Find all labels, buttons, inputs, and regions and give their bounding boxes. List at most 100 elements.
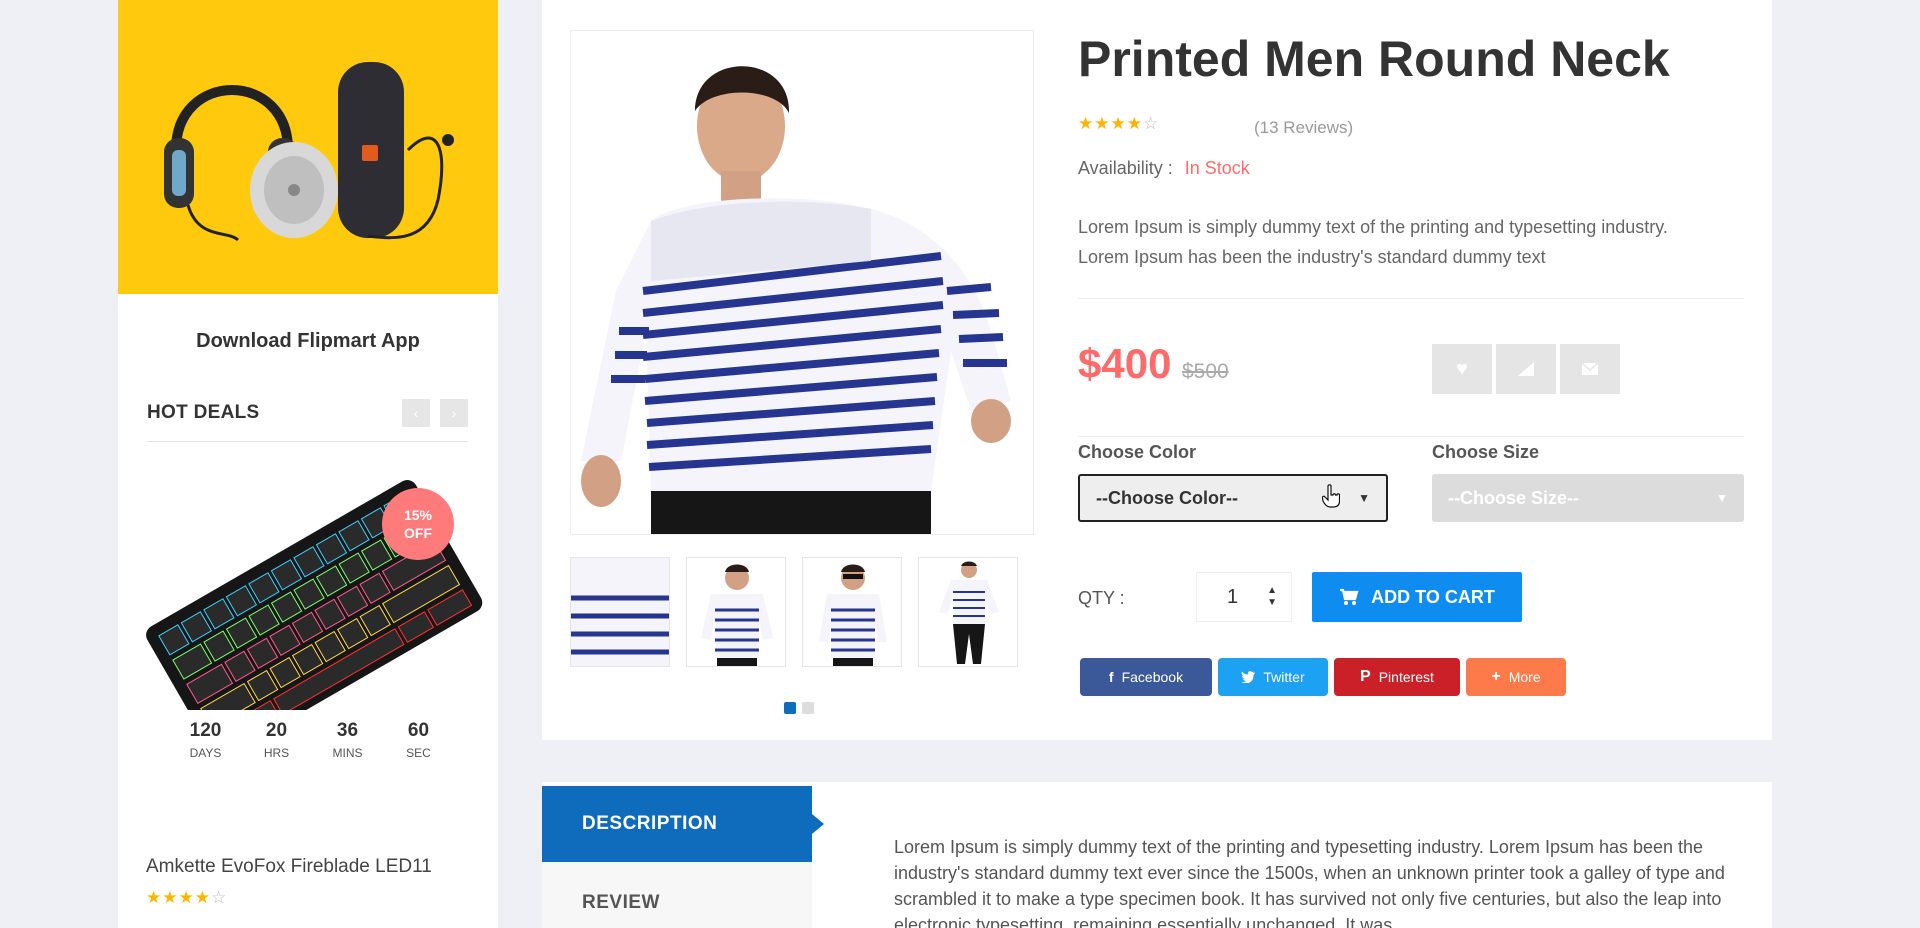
heart-icon[interactable]: ♥ (1432, 344, 1492, 394)
caret-up-icon[interactable]: ▲ (1267, 585, 1277, 597)
keyboard-image (146, 480, 483, 742)
countdown-unit: MINS (332, 746, 363, 760)
choose-size-label: Choose Size (1432, 442, 1540, 462)
old-price: $500 (1182, 360, 1229, 383)
star-icon: ★★★★ (146, 888, 211, 907)
color-select[interactable]: --Choose Color-- ▼ (1078, 474, 1388, 522)
divider (1078, 298, 1744, 299)
hot-deals-header: HOT DEALS ‹ › (147, 399, 468, 442)
app-banner[interactable] (118, 0, 498, 294)
quantity-stepper[interactable]: 1 ▲ ▼ (1196, 572, 1292, 622)
thumbnail-2[interactable] (686, 557, 786, 667)
facebook-share-button[interactable]: f Facebook (1080, 658, 1212, 696)
envelope-icon[interactable] (1560, 344, 1620, 394)
carousel-dots (784, 702, 814, 714)
availability: Availability : In Stock (1078, 158, 1250, 179)
countdown-unit: DAYS (189, 746, 222, 760)
twitter-share-button[interactable]: Twitter (1218, 658, 1328, 696)
product-thumbnails (570, 557, 1018, 667)
cart-icon (1340, 588, 1359, 605)
tab-description[interactable]: DESCRIPTION (542, 786, 824, 862)
size-select[interactable]: --Choose Size-- ▼ (1432, 474, 1744, 522)
more-share-button[interactable]: + More (1466, 658, 1566, 696)
share-buttons: f Facebook Twitter P Pinterest + More (1080, 658, 1566, 696)
pinterest-icon: P (1360, 668, 1371, 685)
star-empty-icon: ☆ (1142, 114, 1160, 133)
choose-color-label: Choose Color (1078, 442, 1197, 462)
qty-value: 1 (1227, 585, 1239, 608)
caret-down-icon: ▼ (1716, 491, 1728, 505)
reviews-count[interactable]: (13 Reviews) (1254, 118, 1353, 138)
countdown-unit: SEC (406, 746, 431, 760)
countdown-secs: 60 SEC (383, 710, 454, 776)
countdown-mins: 36 MINS (312, 710, 383, 776)
countdown-timer: 120 DAYS 20 HRS 36 MINS 60 SEC (170, 710, 454, 776)
countdown-value: 20 (265, 720, 288, 741)
star-empty-icon: ☆ (210, 888, 228, 907)
product-detail-card: Printed Men Round Neck ★★★★☆ (13 Reviews… (542, 0, 1772, 740)
discount-percent: 15% (403, 507, 433, 523)
hot-deal-product-name[interactable]: Amkette EvoFox Fireblade LED11 (146, 856, 432, 878)
plus-icon: + (1491, 668, 1501, 685)
pinterest-label: Pinterest (1378, 669, 1434, 685)
twitter-icon (1241, 671, 1256, 683)
countdown-value: 120 (189, 720, 222, 741)
pinterest-share-button[interactable]: P Pinterest (1334, 658, 1460, 696)
star-icon: ★★★★ (1078, 114, 1143, 133)
price: $400 (1078, 340, 1172, 387)
thumbnail-3[interactable] (802, 557, 902, 667)
product-main-image[interactable] (570, 30, 1034, 535)
carousel-dot-1[interactable] (784, 702, 796, 714)
product-title: Printed Men Round Neck (1078, 31, 1670, 87)
thumbnail-4[interactable] (918, 557, 1018, 667)
short-description: Lorem Ipsum is simply dummy text of the … (1078, 212, 1744, 272)
thumbnail-1[interactable] (570, 557, 670, 667)
countdown-hours: 20 HRS (241, 710, 312, 776)
product-tabs: DESCRIPTION REVIEW Lorem Ipsum is simply… (542, 782, 1772, 928)
product-actions: ♥ (1432, 344, 1620, 394)
hot-deals-nav: ‹ › (402, 399, 468, 427)
availability-value: In Stock (1184, 158, 1250, 178)
countdown-value: 60 (407, 720, 430, 741)
facebook-label: Facebook (1121, 669, 1184, 685)
add-to-cart-label: ADD TO CART (1371, 586, 1495, 607)
thumbnail-image (701, 564, 773, 666)
chevron-right-icon[interactable]: › (440, 399, 468, 427)
tshirt-model-image (581, 66, 1011, 534)
hot-deals-title: HOT DEALS (147, 402, 260, 423)
countdown-unit: HRS (263, 746, 290, 760)
more-label: More (1508, 669, 1541, 685)
caret-down-icon[interactable]: ▼ (1267, 597, 1277, 609)
thumbnail-image (939, 561, 999, 664)
tab-review[interactable]: REVIEW (542, 862, 812, 928)
product-rating: ★★★★☆ (1078, 114, 1159, 134)
hot-deal-product[interactable]: 15% OFF 120 DAYS 20 HRS 36 MINS 60 SEC A… (118, 442, 498, 907)
twitter-label: Twitter (1263, 669, 1305, 685)
hand-cursor-icon (1322, 484, 1340, 508)
qty-spinner: ▲ ▼ (1267, 585, 1277, 609)
countdown-value: 36 (336, 720, 359, 741)
headphones-speaker-image (164, 62, 454, 242)
color-select-value: --Choose Color-- (1096, 487, 1238, 508)
facebook-icon: f (1108, 669, 1114, 685)
discount-off: OFF (404, 525, 432, 541)
short-description-line: Lorem Ipsum has been the industry's stan… (1078, 247, 1546, 267)
chevron-left-icon[interactable]: ‹ (402, 399, 430, 427)
caret-down-icon: ▼ (1358, 491, 1370, 505)
discount-badge: 15% OFF (382, 488, 454, 560)
divider (1078, 436, 1744, 437)
app-banner-title: Download Flipmart App (196, 330, 420, 352)
hot-deal-rating: ★★★★☆ (146, 888, 227, 908)
short-description-line: Lorem Ipsum is simply dummy text of the … (1078, 217, 1668, 237)
sidebar: Download Flipmart App HOT DEALS ‹ › 15% … (118, 0, 498, 928)
availability-label: Availability : (1078, 158, 1173, 178)
qty-label: QTY : (1078, 588, 1125, 608)
add-to-cart-button[interactable]: ADD TO CART (1312, 572, 1522, 622)
size-select-value: --Choose Size-- (1448, 487, 1580, 508)
thumbnail-image (571, 558, 669, 666)
carousel-dot-2[interactable] (802, 702, 814, 714)
signal-icon[interactable] (1496, 344, 1556, 394)
long-description: Lorem Ipsum is simply dummy text of the … (894, 837, 1725, 928)
thumbnail-image (819, 564, 887, 666)
countdown-days: 120 DAYS (170, 710, 241, 776)
